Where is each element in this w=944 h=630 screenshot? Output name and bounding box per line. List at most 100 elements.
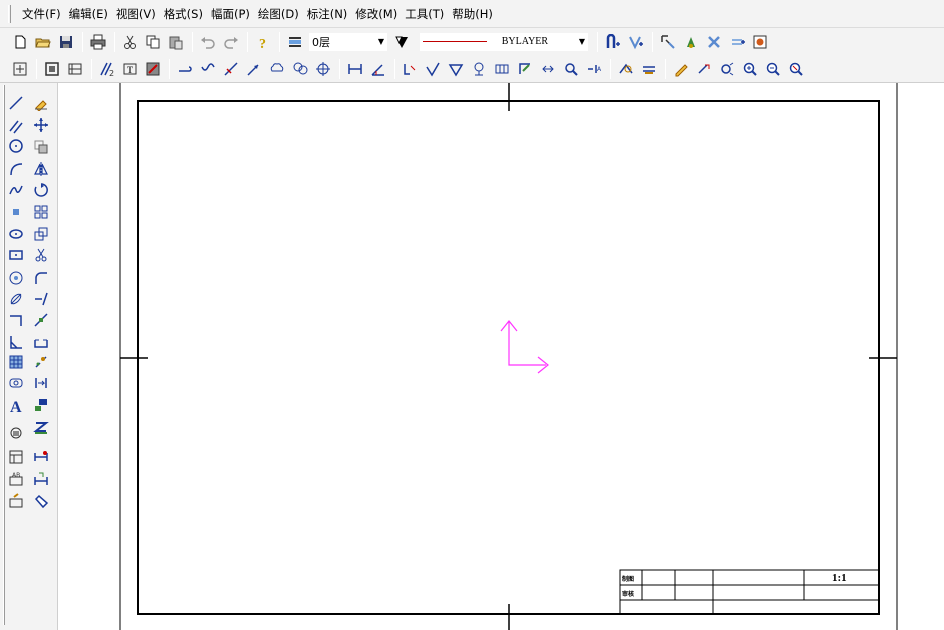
block-insert-icon[interactable]: [143, 59, 163, 79]
redraw-icon[interactable]: [694, 59, 714, 79]
section-icon[interactable]: [515, 59, 535, 79]
color-picker-icon[interactable]: [392, 32, 412, 52]
tools-icon[interactable]: [704, 32, 724, 52]
hatch-fill-icon[interactable]: [6, 352, 26, 372]
stretch-icon[interactable]: [31, 332, 51, 352]
equidistant-line-icon[interactable]: [6, 289, 26, 309]
property-brush-icon[interactable]: [31, 491, 51, 511]
menu-draw[interactable]: 绘图(D): [258, 6, 299, 22]
menu-help[interactable]: 帮助(H): [452, 6, 493, 22]
parallel-line-icon[interactable]: [6, 117, 26, 137]
polyline-icon[interactable]: [6, 310, 26, 330]
line-icon[interactable]: [6, 93, 26, 113]
zoom-previous-icon[interactable]: [786, 59, 806, 79]
extend-icon[interactable]: [31, 289, 51, 309]
drawing-canvas[interactable]: 制图 审核 1:1: [58, 83, 944, 630]
center-mark-icon[interactable]: [313, 59, 333, 79]
zoom-out-icon[interactable]: [763, 59, 783, 79]
undo-icon[interactable]: [198, 32, 218, 52]
mirror-icon[interactable]: [31, 159, 51, 179]
fillet-icon[interactable]: [31, 268, 51, 288]
move-icon[interactable]: [31, 115, 51, 135]
layer-dropdown[interactable]: 0层 ▼: [308, 31, 388, 52]
help-icon[interactable]: ?: [253, 32, 273, 52]
align-icon[interactable]: [31, 373, 51, 393]
zoom-in-icon[interactable]: [740, 59, 760, 79]
attribute-edit-icon[interactable]: [6, 491, 26, 511]
hole-table-icon[interactable]: A: [584, 59, 604, 79]
layer-manager-icon[interactable]: [285, 32, 305, 52]
trim-icon[interactable]: [31, 245, 51, 265]
menu-grip[interactable]: [8, 5, 11, 23]
spline-icon[interactable]: [221, 59, 241, 79]
dim-break-icon[interactable]: [31, 469, 51, 489]
profile-icon[interactable]: [6, 332, 26, 352]
tolerance-icon[interactable]: [492, 59, 512, 79]
surface-finish-icon[interactable]: [423, 59, 443, 79]
zoom-window-icon[interactable]: [658, 32, 678, 52]
arc-icon[interactable]: [6, 159, 26, 179]
erase-icon[interactable]: [31, 93, 51, 113]
palette-grip[interactable]: [3, 85, 5, 625]
menu-modify[interactable]: 修改(M): [355, 6, 397, 22]
menu-format[interactable]: 格式(S): [164, 6, 203, 22]
copy-icon[interactable]: [143, 32, 163, 52]
point-icon[interactable]: [6, 202, 26, 222]
menu-sheet[interactable]: 幅面(P): [211, 6, 250, 22]
title-block-icon[interactable]: [65, 59, 85, 79]
zoom-all-icon[interactable]: [10, 59, 30, 79]
spline-curve-icon[interactable]: [6, 180, 26, 200]
linetype-dropdown[interactable]: BYLAYER ▼: [419, 31, 589, 52]
circle-icon[interactable]: [6, 136, 26, 156]
save-icon[interactable]: [56, 32, 76, 52]
print-icon[interactable]: [88, 32, 108, 52]
properties-icon[interactable]: [681, 32, 701, 52]
break-icon[interactable]: [31, 310, 51, 330]
menu-view[interactable]: 视图(V): [116, 6, 156, 22]
balloon-icon[interactable]: [290, 59, 310, 79]
pencil-icon[interactable]: [671, 59, 691, 79]
dim-edit-icon[interactable]: [31, 447, 51, 467]
cloud-icon[interactable]: [267, 59, 287, 79]
format-brush-icon[interactable]: [31, 395, 51, 415]
hatch-icon[interactable]: 2: [97, 59, 117, 79]
leader-icon[interactable]: [400, 59, 420, 79]
layer-change-icon[interactable]: [31, 417, 51, 437]
pan-icon[interactable]: [717, 59, 737, 79]
array-icon[interactable]: [31, 202, 51, 222]
image-insert-icon[interactable]: [750, 32, 770, 52]
text-tool-icon[interactable]: A: [6, 395, 26, 415]
arrow-icon[interactable]: [244, 59, 264, 79]
rotate-icon[interactable]: [31, 180, 51, 200]
menu-file[interactable]: 文件(F): [22, 6, 61, 22]
local-zoom-icon[interactable]: [561, 59, 581, 79]
menu-dimension[interactable]: 标注(N): [307, 6, 348, 22]
menu-edit[interactable]: 编辑(E): [69, 6, 108, 22]
text-style-icon[interactable]: [626, 32, 646, 52]
text-icon[interactable]: T: [120, 59, 140, 79]
text-block-icon[interactable]: [6, 373, 26, 393]
ellipse-icon[interactable]: [6, 224, 26, 244]
curve-icon[interactable]: [175, 59, 195, 79]
scale-icon[interactable]: [31, 224, 51, 244]
style-icon[interactable]: [727, 32, 747, 52]
dim-style-icon[interactable]: [603, 32, 623, 52]
redo-icon[interactable]: [221, 32, 241, 52]
query-icon[interactable]: [616, 59, 636, 79]
library-icon[interactable]: [6, 423, 26, 443]
wave-icon[interactable]: [198, 59, 218, 79]
view-arrow-icon[interactable]: [538, 59, 558, 79]
new-file-icon[interactable]: [10, 32, 30, 52]
center-line-icon[interactable]: [6, 268, 26, 288]
cut-icon[interactable]: [120, 32, 140, 52]
paste-icon[interactable]: [166, 32, 186, 52]
angle-dim-icon[interactable]: [368, 59, 388, 79]
attribute-icon[interactable]: AB: [6, 469, 26, 489]
menu-tools[interactable]: 工具(T): [405, 6, 444, 22]
block-create-icon[interactable]: [6, 447, 26, 467]
weld-icon[interactable]: [446, 59, 466, 79]
linear-dim-icon[interactable]: [345, 59, 365, 79]
frame-icon[interactable]: [42, 59, 62, 79]
open-folder-icon[interactable]: [33, 32, 53, 52]
explode-icon[interactable]: [31, 352, 51, 372]
